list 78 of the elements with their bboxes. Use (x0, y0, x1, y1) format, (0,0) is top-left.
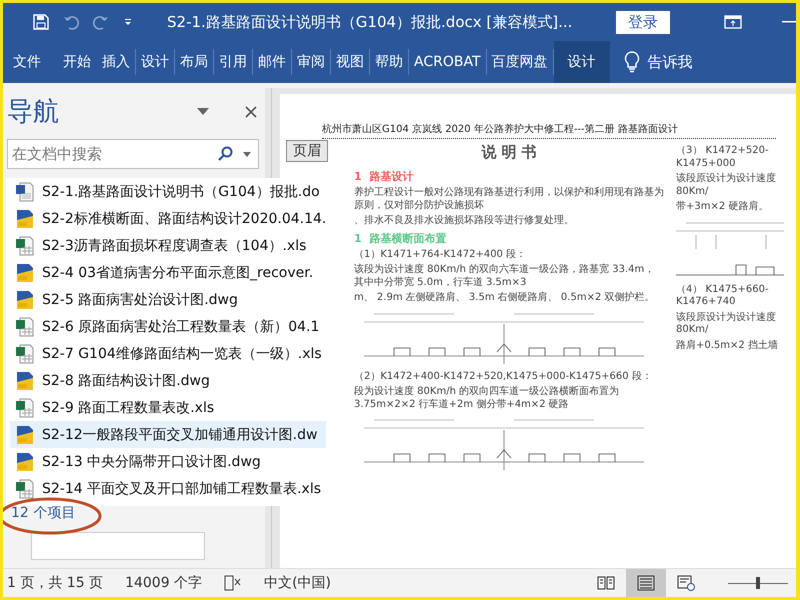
header-label: 页眉 (286, 140, 328, 162)
dwg-file-icon (16, 452, 34, 472)
page-lines-icon (637, 575, 655, 591)
file-list-item[interactable]: S2-3沥青路面损坏程度调查表（104）.xls (10, 232, 326, 259)
file-list-item[interactable]: S2-6 原路面病害处治工程数量表（新）04.1 (10, 313, 326, 340)
file-list-item[interactable]: S2-1.路基路面设计说明书（G104）报批.do (10, 178, 326, 205)
ribbon-tab[interactable]: 插入 (97, 49, 136, 75)
dwg-file-icon (16, 208, 34, 228)
ribbon-display-icon[interactable] (724, 15, 742, 29)
body-text: 段为设计速度 80Km/h 的双向四车道一级公路横断面布置为 3.75m×2×2 行车道+2m 侧分带+4m×2 硬路 (354, 386, 620, 411)
excel-file-icon (16, 344, 34, 364)
ribbon-tab[interactable]: 引用 (214, 49, 253, 75)
caret-icon[interactable] (243, 152, 251, 157)
file-list-item[interactable]: S2-14 平面交叉及开口部加铺工程数量表.xls (10, 475, 326, 502)
file-list-item[interactable]: S2-7 G104维修路面结构一览表（一级）.xls (10, 340, 326, 367)
body-text: 该段原设计为设计速度 80Km/ (676, 173, 777, 198)
body-text: 、排水不良及排水设施损坏路段等进行修复处理。 (354, 215, 575, 228)
save-icon[interactable] (33, 14, 49, 30)
file-list-item[interactable]: S2-5 路面病害处治设计图.dwg (10, 286, 326, 313)
dwg-file-icon (16, 370, 34, 390)
file-list-item[interactable]: S2-13 中央分隔带开口设计图.dwg (10, 448, 326, 475)
dropdown-caret-icon[interactable] (197, 108, 209, 115)
page-header-text: 杭州市萧山区G104 京岚线 2020 年公路养护大中修工程---第二册 路基路面设计 (322, 122, 776, 139)
file-list-item[interactable]: S2-4 03省道病害分布平面示意图_recover. (10, 259, 326, 286)
section-heading: 1 路基设计 (354, 169, 414, 184)
close-icon[interactable] (245, 106, 257, 118)
body-text: （1）K1471+764-K1472+400 段： (354, 248, 528, 261)
minimize-icon[interactable] (782, 21, 796, 23)
ribbon-tab[interactable]: 设计 (554, 41, 610, 83)
dwg-file-icon (16, 424, 34, 444)
file-list-item[interactable]: S2-12一般路段平面交叉加铺通用设计图.dw (10, 421, 326, 448)
ribbon-tab[interactable]: 文件 (3, 41, 57, 83)
excel-file-icon (16, 398, 34, 418)
window-title: S2-1.路基路面设计说明书（G104）报批.docx [兼容模式]... (167, 12, 574, 32)
excel-file-icon (16, 236, 34, 256)
excel-file-icon (16, 478, 34, 498)
navigation-title: 导航 (7, 96, 60, 129)
web-page-icon (677, 575, 695, 591)
body-text: （2）K1472+400-K1472+520,K1475+000-K1475+660 段： (354, 370, 653, 383)
document-title: 说 明 书 (481, 143, 537, 162)
ribbon-tab[interactable]: 邮件 (253, 49, 292, 75)
item-count: 12 个项目 (10, 504, 76, 522)
dwg-file-icon (16, 290, 34, 310)
ribbon-tab[interactable]: 开始 (57, 41, 97, 83)
book-icon (597, 575, 615, 591)
page-count: 1 页，共 15 页 (7, 574, 104, 592)
body-text: m、 2.9m 左侧硬路肩、 3.5m 右侧硬路肩、 0.5m×2 双侧护栏。 (354, 292, 656, 304)
sign-in-button[interactable]: 登录 (616, 10, 670, 34)
ribbon-tab[interactable]: 审阅 (292, 49, 331, 75)
redo-icon[interactable] (93, 14, 109, 30)
ribbon-tab[interactable]: ACROBAT (409, 49, 486, 75)
word-file-icon (16, 182, 34, 202)
quick-access-menu-icon[interactable] (123, 17, 133, 27)
body-text: 养护工程设计一般对公路现有路基进行利用，以保护和利用现有路基为原则，仅对部分防护设施损坏 (354, 187, 664, 212)
body-text: 路肩+0.5m×2 挡土墙 (676, 340, 779, 352)
tell-me-button[interactable]: 告诉我 (640, 41, 700, 83)
search-field[interactable]: 在文档中搜索 (7, 139, 259, 169)
body-text: 带+3m×2 硬路肩。 (676, 201, 770, 214)
lightbulb-icon[interactable] (624, 51, 640, 73)
section-heading: 1 路基横断面布置 (354, 230, 448, 246)
proofing-icon[interactable] (224, 575, 242, 591)
file-list-item[interactable]: S2-9 路面工程数量表改.xls (10, 394, 326, 421)
word-count: 14009 个字 (125, 574, 202, 592)
body-text: （3） K1472+520-K1475+000 (676, 145, 770, 170)
excel-file-icon (16, 316, 34, 336)
file-list-item[interactable]: S2-8 路面结构设计图.dwg (10, 367, 326, 394)
body-text: 该段原设计为设计速度 80Km/ (676, 312, 777, 336)
file-list-item[interactable]: S2-2标准横断面、路面结构设计2020.04.14. (10, 205, 326, 232)
body-text: （4） K1475+660-K1476+740 (676, 284, 770, 308)
ribbon-tab[interactable]: 视图 (331, 49, 370, 75)
language-indicator: 中文(中国) (264, 574, 332, 592)
undo-icon[interactable] (63, 14, 79, 30)
print-view-button[interactable] (626, 569, 666, 597)
dwg-file-icon (16, 262, 34, 282)
search-icon[interactable] (217, 146, 233, 162)
ribbon-tab[interactable]: 设计 (136, 49, 175, 75)
ribbon-tab[interactable]: 帮助 (370, 49, 409, 75)
ribbon-tab[interactable]: 布局 (175, 49, 214, 75)
